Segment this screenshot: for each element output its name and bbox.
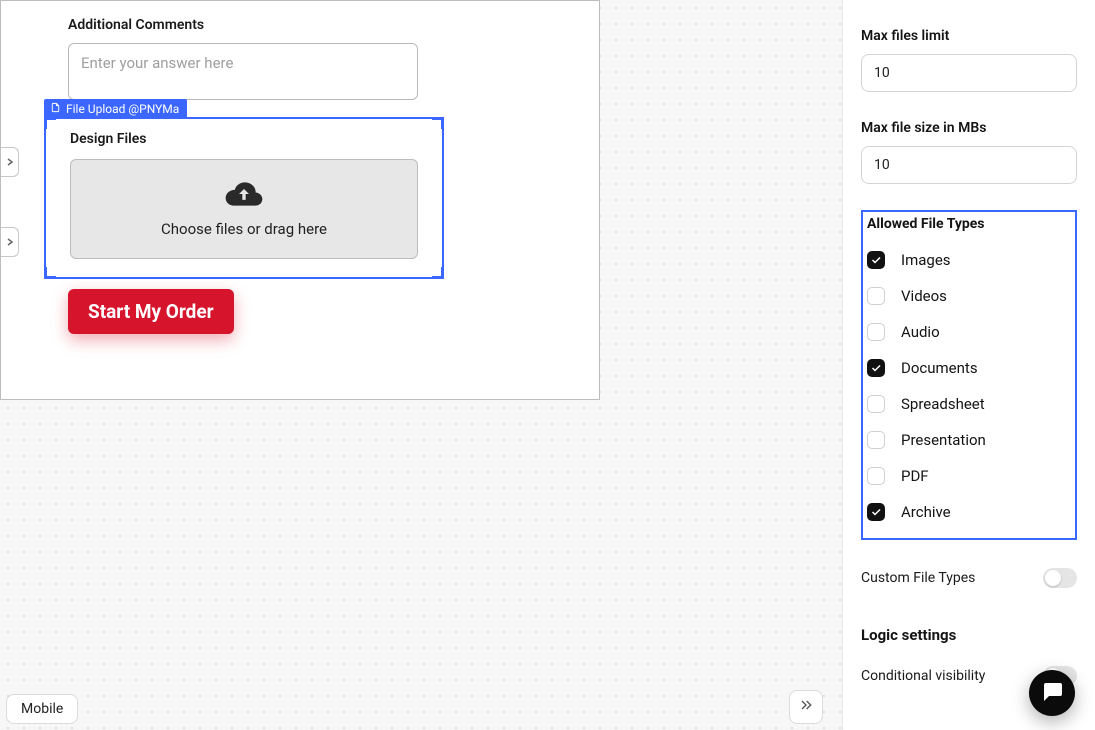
resize-handle-br[interactable] (432, 267, 444, 279)
file-types-list: Images Videos Audio Documents Spreadsheet Pre… (867, 242, 1069, 530)
selected-element[interactable]: File Upload @PNYMa Design Files Choose f… (44, 117, 444, 279)
logic-settings-title: Logic settings (861, 626, 1077, 644)
comments-field: Additional Comments (68, 17, 418, 104)
file-type-row: Images (867, 242, 1069, 278)
comments-textarea[interactable] (68, 43, 418, 100)
submit-button[interactable]: Start My Order (68, 289, 234, 334)
custom-file-types-label: Custom File Types (861, 570, 975, 586)
chat-icon (1040, 679, 1064, 707)
properties-panel: Max files limit Max file size in MBs All… (842, 0, 1095, 730)
selection-tag: File Upload @PNYMa (44, 99, 187, 119)
max-size-label: Max file size in MBs (861, 120, 1077, 136)
canvas-edge-handle-1[interactable] (1, 147, 19, 177)
max-files-input[interactable] (861, 54, 1077, 92)
resize-handle-bl[interactable] (44, 267, 56, 279)
file-type-label: Archive (901, 503, 951, 521)
canvas-edge-handle-2[interactable] (1, 227, 19, 257)
file-type-label: Documents (901, 359, 978, 377)
allowed-file-types-title: Allowed File Types (867, 216, 1069, 232)
file-type-checkbox[interactable] (867, 431, 885, 449)
file-type-checkbox[interactable] (867, 467, 885, 485)
resize-handle-tl[interactable] (44, 117, 56, 129)
form-canvas: Additional Comments File Upload @PNYMa (0, 0, 600, 400)
max-files-label: Max files limit (861, 28, 1077, 44)
chevron-double-right-icon (798, 697, 814, 717)
file-type-label: Audio (901, 323, 940, 341)
file-type-row: Spreadsheet (867, 386, 1069, 422)
support-chat-button[interactable] (1029, 670, 1075, 716)
file-type-checkbox[interactable] (867, 395, 885, 413)
file-type-row: Audio (867, 314, 1069, 350)
file-upload-field: Design Files Choose files or drag here (46, 119, 442, 277)
file-type-row: Documents (867, 350, 1069, 386)
conditional-visibility-label: Conditional visibility (861, 668, 985, 684)
allowed-file-types-group: Allowed File Types Images Videos Audio Docu… (861, 210, 1077, 540)
custom-file-types-row: Custom File Types (861, 568, 1077, 588)
max-size-input[interactable] (861, 146, 1077, 184)
dropzone-text: Choose files or drag here (161, 220, 327, 238)
file-type-label: PDF (901, 467, 929, 485)
file-type-row: Presentation (867, 422, 1069, 458)
file-type-checkbox[interactable] (867, 251, 885, 269)
file-type-checkbox[interactable] (867, 287, 885, 305)
comments-label: Additional Comments (68, 17, 418, 33)
file-type-checkbox[interactable] (867, 503, 885, 521)
viewport-mobile-chip[interactable]: Mobile (6, 694, 78, 724)
file-type-checkbox[interactable] (867, 359, 885, 377)
expand-panel-button[interactable] (789, 690, 823, 724)
resize-handle-tr[interactable] (432, 117, 444, 129)
file-type-label: Spreadsheet (901, 395, 985, 413)
selection-tag-text: File Upload @PNYMa (66, 102, 179, 116)
file-type-checkbox[interactable] (867, 323, 885, 341)
custom-file-types-toggle[interactable] (1043, 568, 1077, 588)
file-type-label: Videos (901, 287, 947, 305)
upload-label: Design Files (70, 131, 418, 147)
file-icon (50, 102, 61, 116)
file-type-row: Videos (867, 278, 1069, 314)
file-type-label: Presentation (901, 431, 986, 449)
file-type-label: Images (901, 251, 951, 269)
file-type-row: PDF (867, 458, 1069, 494)
file-type-row: Archive (867, 494, 1069, 530)
form-card: Additional Comments File Upload @PNYMa (1, 1, 446, 390)
cloud-upload-icon (224, 180, 264, 212)
upload-dropzone[interactable]: Choose files or drag here (70, 159, 418, 259)
